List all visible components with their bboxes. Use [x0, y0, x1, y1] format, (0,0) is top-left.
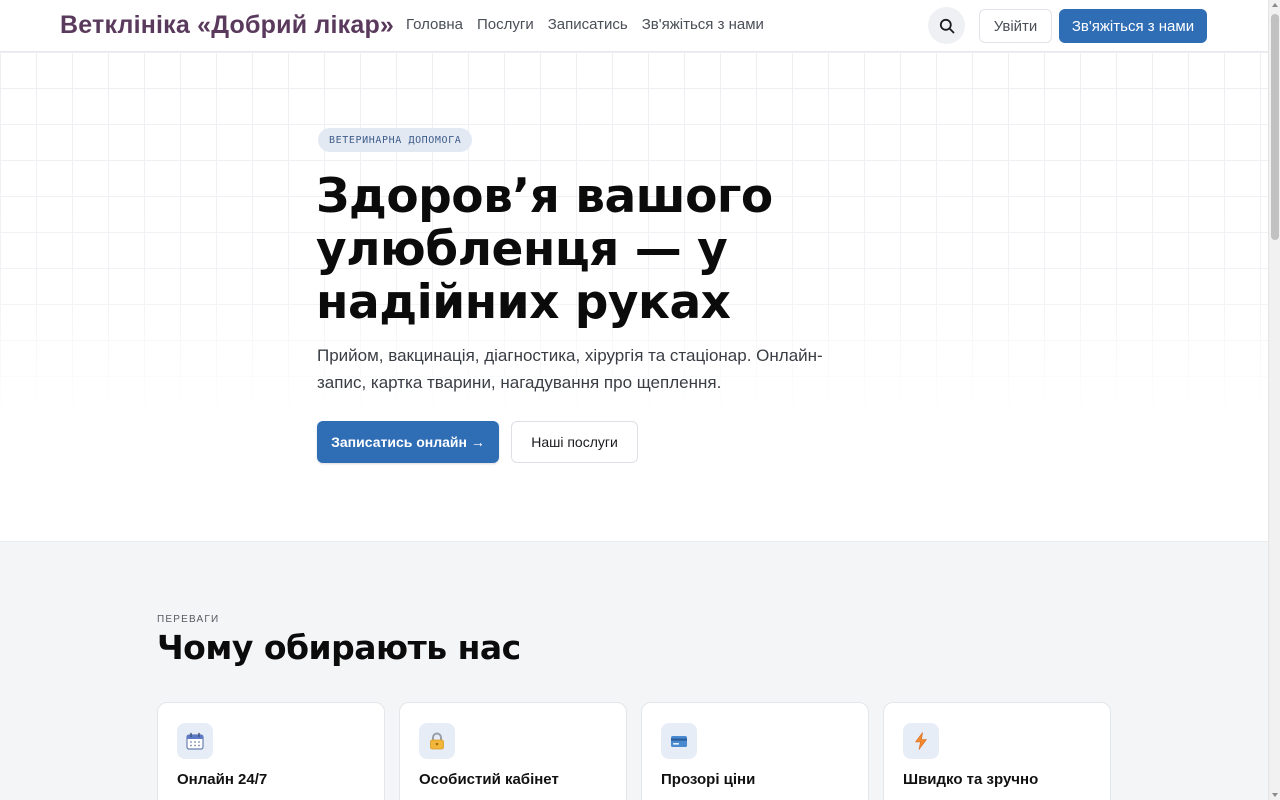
feature-card-title: Прозорі ціни: [661, 771, 756, 788]
brand-logo-text[interactable]: Ветклініка «Добрий лікар»: [60, 11, 394, 40]
feature-card-account[interactable]: Особистий кабінет: [399, 702, 627, 800]
scroll-up-icon[interactable]: [1272, 3, 1278, 7]
search-button[interactable]: [928, 7, 965, 44]
features-eyebrow: ПЕРЕВАГИ: [157, 614, 220, 625]
feature-card-title: Особистий кабінет: [419, 771, 559, 788]
feature-card-fast[interactable]: Швидко та зручно: [883, 702, 1111, 800]
page-scrollbar[interactable]: [1268, 0, 1280, 800]
lock-icon: [419, 723, 455, 759]
hero-title: Здоров’я вашого улюбленця — у надійних р…: [316, 169, 773, 330]
nav-link-booking[interactable]: Записатись: [548, 16, 628, 33]
contact-button[interactable]: Зв'яжіться з нами: [1059, 9, 1207, 43]
login-button[interactable]: Увійти: [979, 9, 1052, 43]
book-online-button[interactable]: Записатись онлайн →: [317, 421, 499, 463]
lightning-icon: [903, 723, 939, 759]
our-services-button[interactable]: Наші послуги: [511, 421, 638, 463]
calendar-icon: [177, 723, 213, 759]
feature-card-online[interactable]: Онлайн 24/7: [157, 702, 385, 800]
feature-card-prices[interactable]: Прозорі ціни: [641, 702, 869, 800]
scroll-down-icon[interactable]: [1272, 793, 1278, 797]
features-title: Чому обирають нас: [157, 628, 521, 667]
nav-link-services[interactable]: Послуги: [477, 16, 534, 33]
feature-card-title: Швидко та зручно: [903, 771, 1039, 788]
nav-link-home[interactable]: Головна: [406, 16, 463, 33]
hero-section: ВЕТЕРИНАРНА ДОПОМОГА Здоров’я вашого улю…: [0, 52, 1268, 542]
scrollbar-thumb[interactable]: [1271, 14, 1279, 240]
hero-subtitle: Прийом, вакцинація, діагностика, хірургі…: [317, 346, 823, 392]
feature-card-title: Онлайн 24/7: [177, 771, 268, 788]
site-header: Ветклініка «Добрий лікар» Головна Послуг…: [0, 0, 1268, 52]
features-section: ПЕРЕВАГИ Чому обирають нас Онлайн 24/7 О…: [0, 542, 1268, 800]
credit-card-icon: [661, 723, 697, 759]
nav-link-contact[interactable]: Зв'яжіться з нами: [642, 16, 764, 33]
search-icon: [939, 18, 954, 33]
main-nav: Головна Послуги Записатись Зв'яжіться з …: [406, 16, 778, 33]
hero-badge: ВЕТЕРИНАРНА ДОПОМОГА: [318, 128, 473, 152]
